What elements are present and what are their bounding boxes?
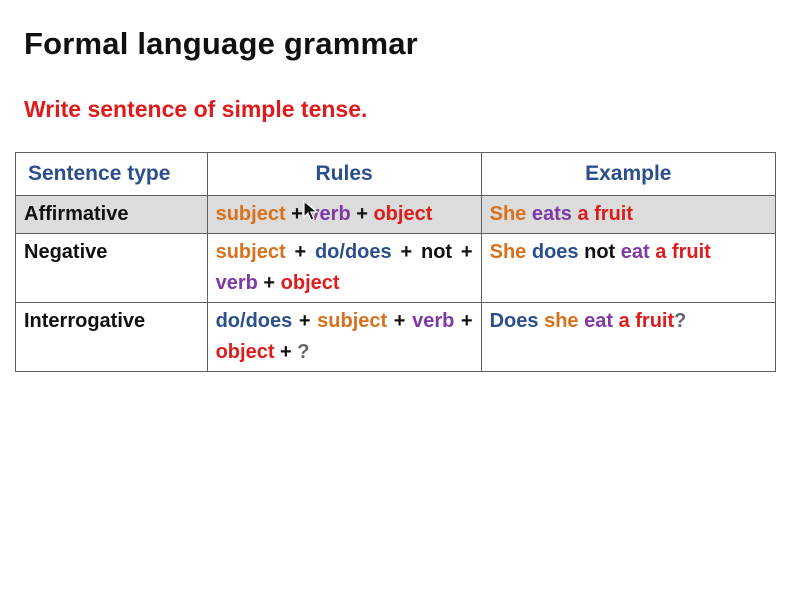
example-cell: She eats a fruit — [480, 195, 777, 234]
token-plain: not — [584, 241, 621, 263]
token-subject: She — [489, 241, 532, 263]
token-object: a fruit — [618, 310, 675, 332]
token-object: object — [215, 341, 275, 363]
token-object: object — [373, 203, 433, 225]
rules-cell: subject + verb + object — [206, 195, 482, 234]
token-aux: do/does — [314, 241, 392, 263]
token-verb: eats — [531, 203, 578, 225]
token-subject: subject — [215, 203, 286, 225]
token-question: ? — [674, 310, 687, 332]
header-row: Sentence type Rules Example — [15, 152, 777, 196]
token-subject: she — [544, 310, 585, 332]
token-plain: not — [420, 241, 453, 263]
token-verb: eat — [620, 241, 656, 263]
sentence-type-cell: Affirmative — [15, 195, 208, 234]
token-plain: + — [257, 272, 281, 294]
header-rules: Rules — [206, 152, 482, 196]
grammar-table: Sentence type Rules Example Affirmative s… — [15, 152, 777, 372]
mouse-pointer-icon — [303, 200, 319, 221]
token-aux: Does — [489, 310, 545, 332]
token-plain: + — [452, 241, 479, 263]
slide-subtitle: Write sentence of simple tense. — [24, 96, 368, 122]
token-object: object — [280, 272, 340, 294]
sentence-type-cell: Interrogative — [15, 302, 208, 372]
sentence-type-cell: Negative — [15, 233, 208, 303]
token-plain: + — [292, 310, 318, 332]
token-verb: verb — [215, 272, 258, 294]
token-aux: does — [531, 241, 585, 263]
token-plain: + — [350, 203, 374, 225]
table-row: Interrogative do/does + subject + verb + … — [15, 302, 777, 372]
header-sentence-type: Sentence type — [15, 152, 208, 196]
token-verb: verb — [412, 310, 455, 332]
token-subject: subject — [215, 241, 286, 263]
token-verb: eat — [584, 310, 619, 332]
example-cell: She does not eat a fruit — [480, 233, 777, 303]
token-plain: + — [391, 241, 421, 263]
token-object: a fruit — [577, 203, 634, 225]
rules-cell: subject + do/does + not + verb + object — [206, 233, 482, 303]
token-subject: subject — [317, 310, 388, 332]
token-question: ? — [297, 341, 310, 363]
rules-cell: do/does + subject + verb + object + ? — [206, 302, 482, 372]
example-cell: Does she eat a fruit? — [480, 302, 777, 372]
header-example: Example — [480, 152, 777, 196]
table-header: Sentence type Rules Example — [15, 152, 777, 196]
token-plain: + — [274, 341, 298, 363]
token-subject: She — [489, 203, 532, 225]
token-plain: + — [387, 310, 413, 332]
table-row: Negative subject + do/does + not + verb +… — [15, 233, 777, 303]
token-aux: do/does — [215, 310, 293, 332]
token-plain: + — [285, 241, 315, 263]
token-object: a fruit — [655, 241, 711, 263]
table-row: Affirmative subject + verb + object She ea… — [15, 195, 777, 234]
slide-title: Formal language grammar — [24, 26, 418, 61]
table-body: Affirmative subject + verb + object She ea… — [15, 195, 777, 372]
token-plain: + — [454, 310, 479, 332]
